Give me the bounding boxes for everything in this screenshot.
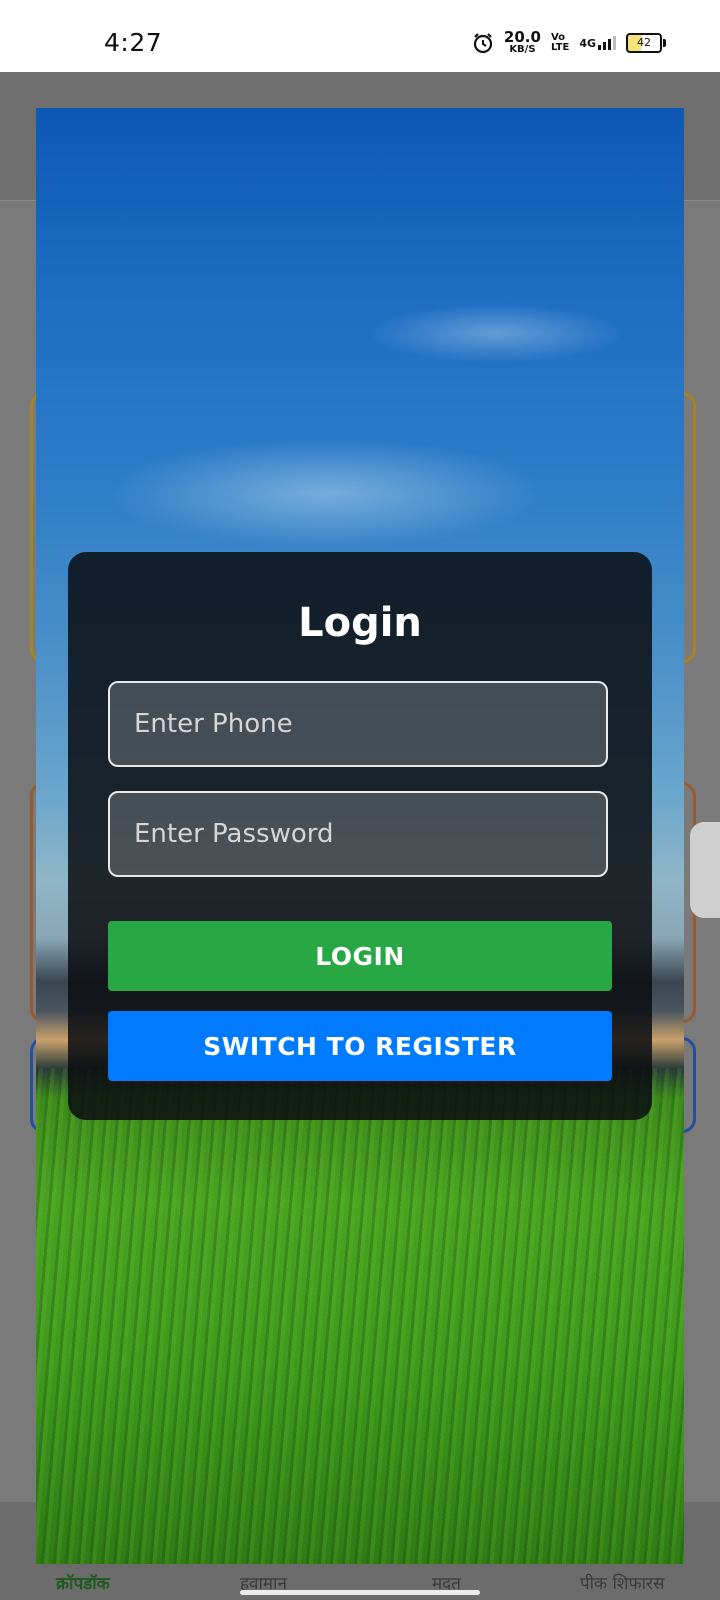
network-type: 4G (579, 36, 596, 50)
volte-bottom: LTE (550, 41, 570, 53)
nav-item-cropdoc[interactable]: क्रॉपडॉक (56, 1571, 110, 1594)
net-speed-unit: KB/S (509, 44, 536, 55)
net-speed: 20.0 KB/S (504, 30, 541, 55)
status-icons: 20.0 KB/S Vo LTE 4G 42 (472, 30, 666, 55)
home-indicator[interactable] (240, 1590, 480, 1595)
alarm-icon (473, 32, 493, 53)
phone-input[interactable] (108, 681, 608, 767)
network-indicator: 4G (579, 35, 616, 50)
cloud (106, 438, 546, 548)
battery-level: 42 (637, 36, 651, 49)
cloud (366, 303, 626, 363)
password-input[interactable] (108, 791, 608, 877)
status-bar: 4:27 20.0 KB/S Vo LTE 4G 42 (0, 0, 720, 72)
grass-field (36, 1068, 684, 1564)
screen: 4:27 20.0 KB/S Vo LTE 4G 42 क्रॉपडॉक हवा… (0, 0, 720, 1600)
net-speed-value: 20.0 (503, 28, 541, 46)
side-tab[interactable] (690, 822, 720, 918)
login-title: Login (298, 600, 422, 646)
login-card: Login LOGIN SWITCH TO REGISTER (68, 552, 652, 1120)
nav-item-crop-recommendation[interactable]: पीक शिफारस (580, 1571, 664, 1594)
status-time: 4:27 (104, 28, 163, 57)
switch-to-register-button[interactable]: SWITCH TO REGISTER (108, 1011, 612, 1081)
battery-icon: 42 (626, 32, 666, 53)
volte-indicator: Vo LTE (551, 33, 569, 52)
signal-icon (598, 35, 616, 50)
login-button[interactable]: LOGIN (108, 921, 612, 991)
